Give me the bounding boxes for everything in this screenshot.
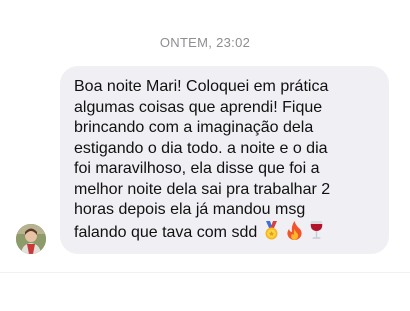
medal-icon <box>263 220 280 240</box>
emoji-row <box>257 220 324 241</box>
message-timestamp: ONTEM, 23:02 <box>159 35 251 50</box>
message-bubble[interactable]: Boa noite Mari! Coloquei em prática algu… <box>60 66 389 254</box>
avatar-photo <box>16 224 46 254</box>
divider <box>0 272 410 273</box>
avatar[interactable] <box>16 224 46 254</box>
message-text: Boa noite Mari! Coloquei em prática algu… <box>74 77 379 243</box>
fire-icon <box>286 220 303 240</box>
message-body: Boa noite Mari! Coloquei em prática algu… <box>74 78 331 241</box>
message-row: Boa noite Mari! Coloquei em prática algu… <box>0 66 410 256</box>
wine-glass-icon <box>309 220 324 240</box>
